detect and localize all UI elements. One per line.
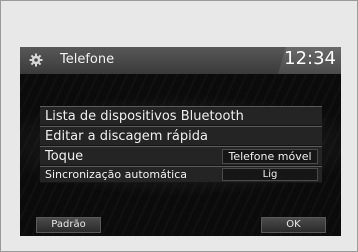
default-button[interactable]: Padrão: [36, 217, 101, 233]
screen-title: Telefone: [60, 52, 115, 67]
menu-item-edit-speed-dial[interactable]: Editar a discagem rápida: [40, 126, 322, 146]
screen-bezel: Telefone 12:34 Lista de dispositivos Blu…: [0, 0, 358, 252]
menu-item-label: Toque: [45, 149, 84, 164]
menu-item-label: Lista de dispositivos Bluetooth: [45, 109, 244, 124]
ringtone-value: Telefone móvel: [222, 149, 318, 164]
title-bar: Telefone 12:34: [20, 47, 341, 74]
gear-icon: [29, 53, 43, 67]
clock: 12:34: [284, 48, 336, 69]
menu-item-auto-sync[interactable]: Sincronização automática Lig: [40, 166, 322, 183]
menu-item-ringtone[interactable]: Toque Telefone móvel: [40, 146, 322, 166]
menu-item-label: Sincronização automática: [45, 168, 187, 181]
phone-settings-screen: Telefone 12:34 Lista de dispositivos Blu…: [20, 47, 341, 236]
menu-item-label: Editar a discagem rápida: [45, 129, 208, 144]
auto-sync-value: Lig: [222, 168, 318, 181]
ok-button[interactable]: OK: [261, 217, 326, 233]
menu-item-bluetooth-device-list[interactable]: Lista de dispositivos Bluetooth: [40, 106, 322, 126]
